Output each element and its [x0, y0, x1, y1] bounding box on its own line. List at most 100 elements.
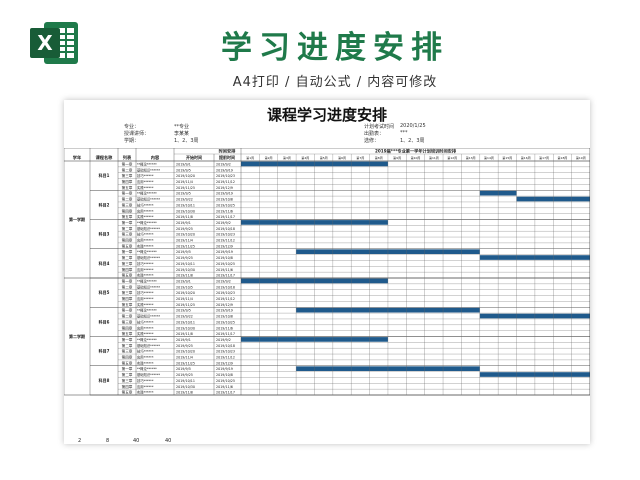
chapter-cell: 第三章 [122, 378, 133, 383]
content-cell: 基础知识****** [137, 197, 160, 202]
chapter-cell: 第四章 [122, 238, 133, 243]
week-header: 第15周 [502, 155, 512, 160]
header-semester: 学年 [73, 154, 82, 161]
info-elective-value: 1、2、3周 [400, 138, 425, 144]
content-cell: 应用****** [137, 355, 154, 360]
chapter-cell: 第五章 [122, 360, 133, 365]
content-cell: 基础知识****** [137, 343, 160, 348]
start-date-cell: 2019/10/11 [176, 262, 195, 266]
start-date-cell: 2019/9/22 [176, 315, 193, 319]
chapter-cell: 第一章 [122, 220, 133, 225]
content-cell: 技巧****** [137, 202, 154, 207]
start-date-cell: 2019/10/11 [176, 320, 195, 324]
end-date-cell: 2019/10/8 [216, 315, 233, 319]
footer-course-count: 8 [106, 438, 110, 444]
chapter-cell: 第四章 [122, 325, 133, 330]
week-header: 第10周 [411, 155, 421, 160]
chapter-cell: 第二章 [122, 284, 133, 289]
start-date-cell: 2019/10/20 [176, 174, 195, 178]
info-teacher-label: 授课讲师： [124, 131, 150, 137]
end-date-cell: 2019/12/9 [216, 186, 233, 190]
start-date-cell: 2019/9/22 [176, 198, 193, 202]
start-date-cell: 2019/11/8 [176, 332, 193, 336]
course-name-cell: 科目5 [99, 289, 110, 295]
end-date-cell: 2019/9/2 [216, 221, 231, 225]
week-header: 第8周 [375, 155, 383, 160]
end-date-cell: 2019/9/19 [216, 250, 233, 254]
content-cell: 技巧****** [137, 319, 154, 324]
chapter-cell: 第五章 [122, 214, 133, 219]
start-date-cell: 2019/9/25 [176, 373, 193, 377]
info-exam-label: 计划考试时间 [364, 124, 395, 130]
content-cell: 实践****** [137, 360, 154, 365]
info-attendance-value: *** [400, 130, 408, 136]
content-cell: 基础知识****** [137, 372, 160, 377]
content-cell: 基础知识****** [137, 226, 160, 231]
spreadsheet-page: 课程学习进度安排 专业： **专业 授课讲师： 李某某 学期： 1、2、3周 计… [64, 100, 590, 444]
banner-title: 学习进度安排 [221, 30, 449, 66]
end-date-cell: 2019/11/6 [216, 268, 233, 272]
content-cell: 应用****** [137, 325, 154, 330]
start-date-cell: 2019/11/25 [176, 361, 195, 365]
footer-content-count: 40 [165, 438, 172, 444]
semester-cell: 第二学期 [69, 333, 85, 339]
banner-subtitle: A4打印 / 自动公式 / 内容可修改 [232, 75, 438, 90]
start-date-cell: 2019/11/4 [176, 356, 193, 360]
start-date-cell: 2019/9/1 [176, 338, 191, 342]
week-header: 第6周 [338, 155, 346, 160]
end-date-cell: 2019/11/6 [216, 209, 233, 213]
week-header: 第3周 [283, 155, 291, 160]
week-header: 第17周 [539, 155, 549, 160]
info-major-label: 专业： [124, 124, 140, 130]
content-cell: 技巧****** [137, 290, 154, 295]
week-header: 第18周 [558, 155, 568, 160]
chapter-cell: 第四章 [122, 384, 133, 389]
chapter-cell: 第三章 [122, 290, 133, 295]
info-term-label: 学期： [124, 138, 140, 144]
end-date-cell: 2019/11/17 [216, 332, 235, 336]
chapter-cell: 第一章 [122, 278, 133, 283]
end-date-cell: 2019/9/19 [216, 367, 233, 371]
content-cell: 实践****** [137, 390, 154, 395]
excel-logo-letter: X [37, 31, 53, 55]
content-cell: 技巧****** [137, 349, 154, 354]
info-exam-value: 2020/1/25 [400, 123, 426, 129]
content-cell: 基础知识****** [137, 255, 160, 260]
start-date-cell: 2019/9/5 [176, 168, 191, 172]
end-date-cell: 2019/10/25 [216, 262, 235, 266]
info-term-value: 1、2、3周 [174, 138, 199, 144]
end-date-cell: 2019/10/18 [216, 227, 235, 231]
start-date-cell: 2019/9/5 [176, 309, 191, 313]
chapter-cell: 第二章 [122, 255, 133, 260]
end-date-cell: 2019/11/12 [216, 180, 235, 184]
course-name-cell: 科目2 [99, 201, 110, 207]
semester-cell: 第一学期 [69, 216, 85, 222]
chapter-cell: 第二章 [122, 314, 133, 319]
chapter-cell: 第二章 [122, 372, 133, 377]
start-date-cell: 2019/10/11 [176, 379, 195, 383]
content-cell: 技巧****** [137, 378, 154, 383]
chapter-cell: 第五章 [122, 273, 133, 278]
chapter-cell: 第二章 [122, 167, 133, 172]
end-date-cell: 2019/9/19 [216, 168, 233, 172]
start-date-cell: 2019/9/5 [176, 250, 191, 254]
chapter-cell: 第二章 [122, 197, 133, 202]
week-header: 第11周 [429, 155, 439, 160]
content-cell: **概论****** [137, 220, 157, 225]
chapter-cell: 第三章 [122, 173, 133, 178]
end-date-cell: 2019/9/19 [216, 192, 233, 196]
chapter-cell: 第四章 [122, 208, 133, 213]
content-cell: 应用****** [137, 384, 154, 389]
header-course-name: 课程名称 [96, 154, 114, 161]
start-date-cell: 2019/10/20 [176, 291, 195, 295]
end-date-cell: 2019/9/2 [216, 162, 231, 166]
chapter-cell: 第三章 [122, 202, 133, 207]
end-date-cell: 2019/11/12 [216, 239, 235, 243]
end-date-cell: 2019/11/17 [216, 274, 235, 278]
content-cell: **概论****** [137, 308, 157, 313]
course-name-cell: 科目8 [99, 377, 110, 383]
week-header: 第7周 [356, 155, 364, 160]
content-cell: 基础知识****** [137, 314, 160, 319]
chapter-cell: 第三章 [122, 232, 133, 237]
content-cell: 应用****** [137, 179, 154, 184]
